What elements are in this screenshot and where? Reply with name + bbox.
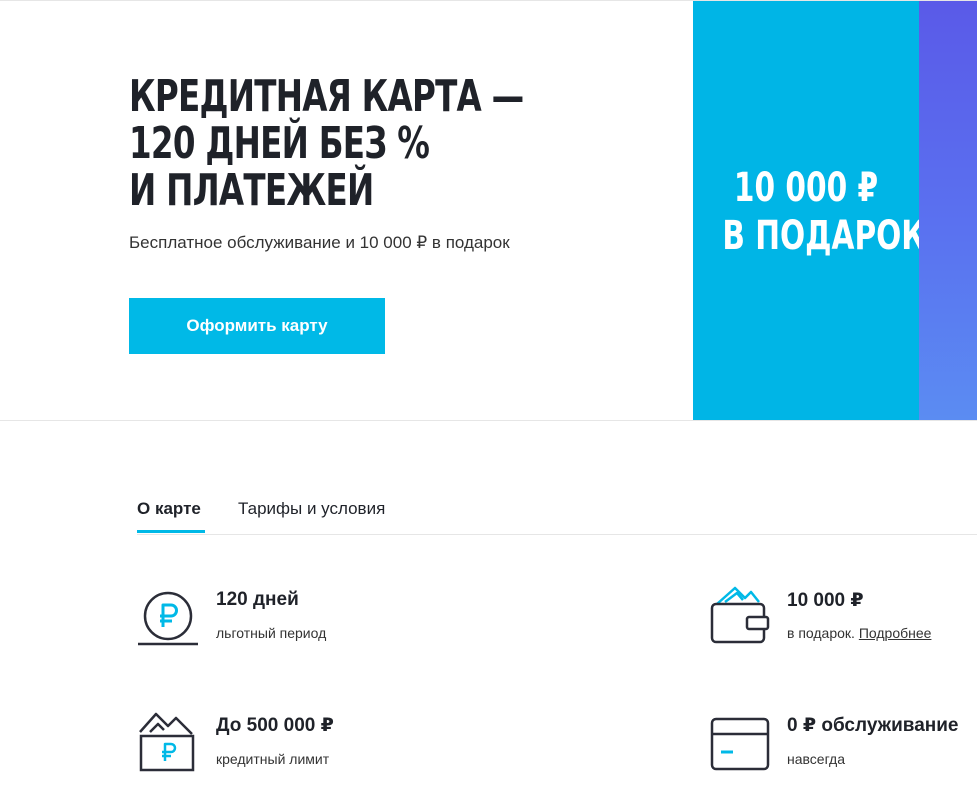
ruble-coin-icon (138, 591, 198, 646)
feature-period-subtitle: льготный период (216, 625, 327, 641)
feature-service-subtitle: навсегда (787, 751, 846, 767)
feature-limit-title: До 500 000 ₽ (216, 715, 334, 736)
wallet-icon (710, 586, 770, 644)
hero-title-line-2: 120 ДНЕЙ БЕЗ % (129, 118, 430, 169)
feature-gift-title: 10 000 ₽ (787, 590, 864, 611)
promo-banner-next-slide[interactable] (919, 1, 977, 420)
feature-gift-subtitle-text: в подарок. (787, 625, 855, 641)
apply-card-button[interactable]: Оформить карту (129, 298, 385, 354)
hero-subtitle: Бесплатное обслуживание и 10 000 ₽ в под… (129, 233, 510, 252)
promo-text: 10 000 ₽ В ПОДАРОК (693, 164, 926, 260)
hero-title-line-1: КРЕДИТНАЯ КАРТА — (129, 71, 524, 122)
card-icon (710, 717, 770, 771)
feature-limit-subtitle: кредитный лимит (216, 751, 330, 767)
active-tab-indicator (137, 530, 205, 533)
promo-amount: 10 000 ₽ (733, 165, 879, 211)
more-details-link[interactable]: Подробнее (859, 625, 932, 641)
hero-divider (0, 420, 977, 421)
hero-title: КРЕДИТНАЯ КАРТА — 120 ДНЕЙ БЕЗ % И ПЛАТЕ… (129, 71, 524, 216)
hero-title-line-3: И ПЛАТЕЖЕЙ (129, 165, 374, 216)
cash-envelope-icon (139, 712, 195, 772)
promo-caption: В ПОДАРОК (722, 213, 926, 259)
tab-about-card[interactable]: О карте (137, 499, 201, 519)
tabs-divider (137, 534, 977, 535)
feature-gift-subtitle: в подарок. Подробнее (787, 625, 931, 641)
tab-tariffs[interactable]: Тарифы и условия (238, 499, 385, 519)
feature-period-title: 120 дней (216, 589, 299, 610)
promo-banner[interactable]: 10 000 ₽ В ПОДАРОК (693, 1, 926, 420)
feature-service-title: 0 ₽ обслуживание (787, 715, 959, 736)
